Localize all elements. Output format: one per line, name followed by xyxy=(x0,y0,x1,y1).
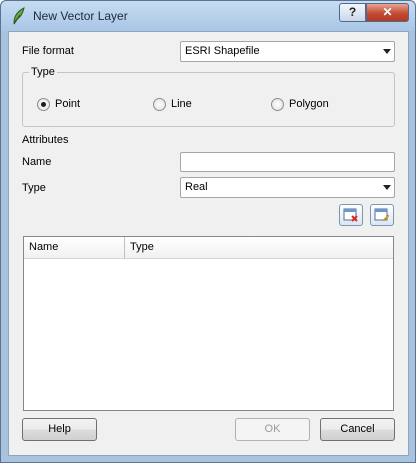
type-label: Type xyxy=(22,182,46,194)
radio-point-label: Point xyxy=(55,98,81,110)
radio-line-label: Line xyxy=(171,98,192,110)
title-bar[interactable]: New Vector Layer ? ✕ xyxy=(1,1,415,31)
radio-polygon-label: Polygon xyxy=(289,98,329,110)
type-group-title: Type xyxy=(29,66,57,78)
radio-line-indicator xyxy=(153,98,166,111)
window-title: New Vector Layer xyxy=(33,9,128,23)
column-header-type[interactable]: Type xyxy=(125,237,393,259)
add-attribute-icon xyxy=(374,208,390,222)
ok-button[interactable]: OK xyxy=(235,418,310,441)
chevron-down-icon xyxy=(383,49,391,54)
type-groupbox: Type Point Line Polygon xyxy=(22,66,395,127)
attribute-type-value: Real xyxy=(185,181,208,193)
remove-attribute-icon xyxy=(343,208,358,222)
help-button[interactable]: Help xyxy=(22,418,97,441)
dialog-window: New Vector Layer ? ✕ File format ESRI Sh… xyxy=(0,0,416,463)
qgis-app-icon xyxy=(13,7,25,25)
column-header-name[interactable]: Name xyxy=(24,237,125,259)
dialog-content: File format ESRI Shapefile Type Point Li… xyxy=(8,31,409,456)
chevron-down-icon xyxy=(383,185,391,190)
radio-point-indicator xyxy=(37,98,50,111)
name-label: Name xyxy=(22,156,52,168)
attribute-type-select[interactable]: Real xyxy=(180,177,395,198)
close-button[interactable]: ✕ xyxy=(366,3,409,22)
file-format-label: File format xyxy=(22,45,74,57)
remove-attribute-button[interactable] xyxy=(339,204,363,226)
attribute-list-table[interactable]: Name Type xyxy=(23,236,394,411)
add-attribute-button[interactable] xyxy=(370,204,394,226)
attributes-heading: Attributes xyxy=(22,134,69,146)
radio-polygon-indicator xyxy=(271,98,284,111)
file-format-value: ESRI Shapefile xyxy=(185,45,260,57)
cancel-button[interactable]: Cancel xyxy=(320,418,395,441)
context-help-button[interactable]: ? xyxy=(339,3,366,22)
file-format-select[interactable]: ESRI Shapefile xyxy=(180,41,395,62)
attribute-name-input[interactable] xyxy=(180,152,395,172)
